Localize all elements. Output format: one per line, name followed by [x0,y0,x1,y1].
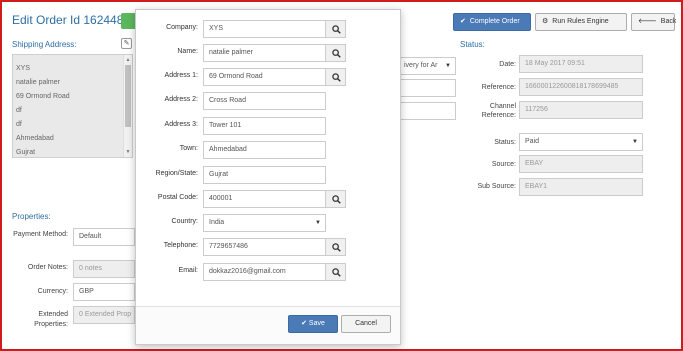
status-select[interactable]: Paid ▼ [519,133,643,151]
scroll-down-icon[interactable]: ▼ [124,148,132,156]
run-rules-engine-label: Run Rules Engine [552,18,609,25]
complete-order-label: Complete Order [469,18,520,25]
search-icon [332,243,341,252]
save-label: Save [308,320,325,327]
date-field[interactable]: 18 May 2017 09:51 [519,55,643,73]
email-input[interactable]: dokkaz2016@gmail.com [203,263,326,281]
middle-field[interactable] [400,102,456,120]
postal-code-search-button[interactable] [325,190,346,208]
company-label: Company: [166,24,198,31]
order-notes-field[interactable]: 0 notes [73,260,135,278]
address-line: 69 Ormond Road [16,93,70,100]
gears-icon: ⚙ [542,18,549,25]
chevron-down-icon: ▼ [315,220,321,226]
complete-order-button[interactable]: ✔ Complete Order [453,13,531,31]
country-select[interactable]: India ▼ [203,214,326,232]
chevron-down-icon: ▼ [632,139,638,145]
search-icon [332,268,341,277]
sub-source-field[interactable]: EBAY1 [519,178,643,196]
chevron-down-icon: ▼ [445,63,451,69]
telephone-label: Telephone: [163,242,198,249]
shipping-address-list[interactable]: XYS natalie palmer 69 Ormond Road df df … [12,54,133,158]
status-label: Status: [494,139,516,146]
address-line: Ahmedabad [16,135,54,142]
extended-properties-field[interactable]: 0 Extended Prop [73,306,135,324]
email-label: Email: [178,267,198,274]
payment-method-label: Payment Method: [13,231,68,238]
town-input[interactable]: Ahmedabad [203,141,326,159]
country-select-value: India [209,219,225,226]
address-line: df [16,121,22,128]
address3-input[interactable]: Tower 101 [203,117,326,135]
address1-search-button[interactable] [325,68,346,86]
order-notes-label: Order Notes: [27,264,68,271]
middle-select-value: ivery for Ar [404,62,438,69]
address-line: natalie palmer [16,79,60,86]
status-heading: Status: [460,40,485,49]
channel-reference-field[interactable]: 117256 [519,101,643,119]
address3-label: Address 3: [164,121,198,128]
scroll-up-icon[interactable]: ▲ [124,56,132,64]
save-button[interactable]: ✔ Save [288,315,338,333]
payment-method-select[interactable]: Default [73,228,135,246]
properties-heading: Properties: [12,212,51,221]
email-search-button[interactable] [325,263,346,281]
company-search-button[interactable] [325,20,346,38]
address2-label: Address 2: [164,96,198,103]
region-label: Region/State: [155,170,198,177]
address-line: XYS [16,65,31,72]
address-edit-modal: Company: XYS Name: natalie palmer Addres… [135,9,401,345]
source-label: Source: [491,161,516,168]
scroll-thumb[interactable] [125,65,131,127]
address2-input[interactable]: Cross Road [203,92,326,110]
search-icon [332,25,341,34]
source-field[interactable]: EBAY [519,155,643,173]
back-label: Back [660,18,677,25]
reference-label: Reference: [481,84,516,91]
modal-footer: ✔ Save Cancel [136,306,400,344]
address1-label: Address 1: [164,72,198,79]
back-button[interactable]: 🡐 Back [631,13,677,31]
arrow-left-icon: 🡐 [638,18,657,25]
town-label: Town: [179,145,198,152]
check-icon: ✔ [301,320,309,327]
telephone-search-button[interactable] [325,238,346,256]
name-input[interactable]: natalie palmer [203,44,326,62]
postal-code-input[interactable]: 400001 [203,190,326,208]
status-select-value: Paid [525,138,540,145]
currency-label: Currency: [37,288,68,295]
address-line: df [16,107,22,114]
run-rules-engine-button[interactable]: ⚙ Run Rules Engine [535,13,627,31]
edit-icon[interactable]: ✎ [121,38,132,49]
search-icon [332,49,341,58]
name-search-button[interactable] [325,44,346,62]
middle-field[interactable] [400,79,456,97]
currency-select[interactable]: GBP [73,283,135,301]
reference-field[interactable]: 166000122600818178699485 [519,78,643,96]
extended-properties-label: Extended Properties: [34,311,68,328]
address1-input[interactable]: 69 Ormond Road [203,68,326,86]
country-label: Country: [171,218,198,225]
postal-code-label: Postal Code: [157,194,198,201]
page-title: Edit Order Id 162448 [12,13,124,27]
cancel-button[interactable]: Cancel [341,315,391,333]
name-label: Name: [177,48,198,55]
telephone-input[interactable]: 7729657486 [203,238,326,256]
address-scrollbar[interactable]: ▲ ▼ [123,55,132,157]
search-icon [332,73,341,82]
check-icon: ✔ [460,18,466,25]
search-icon [332,195,341,204]
company-input[interactable]: XYS [203,20,326,38]
shipping-address-heading: Shipping Address: [12,40,77,49]
date-label: Date: [499,61,516,68]
sub-source-label: Sub Source: [477,183,516,190]
channel-reference-label: Channel Reference: [481,103,516,119]
address-line: Gujrat [16,149,36,156]
region-input[interactable]: Gujrat [203,166,326,184]
middle-select[interactable]: ivery for Ar ▼ [400,57,456,75]
